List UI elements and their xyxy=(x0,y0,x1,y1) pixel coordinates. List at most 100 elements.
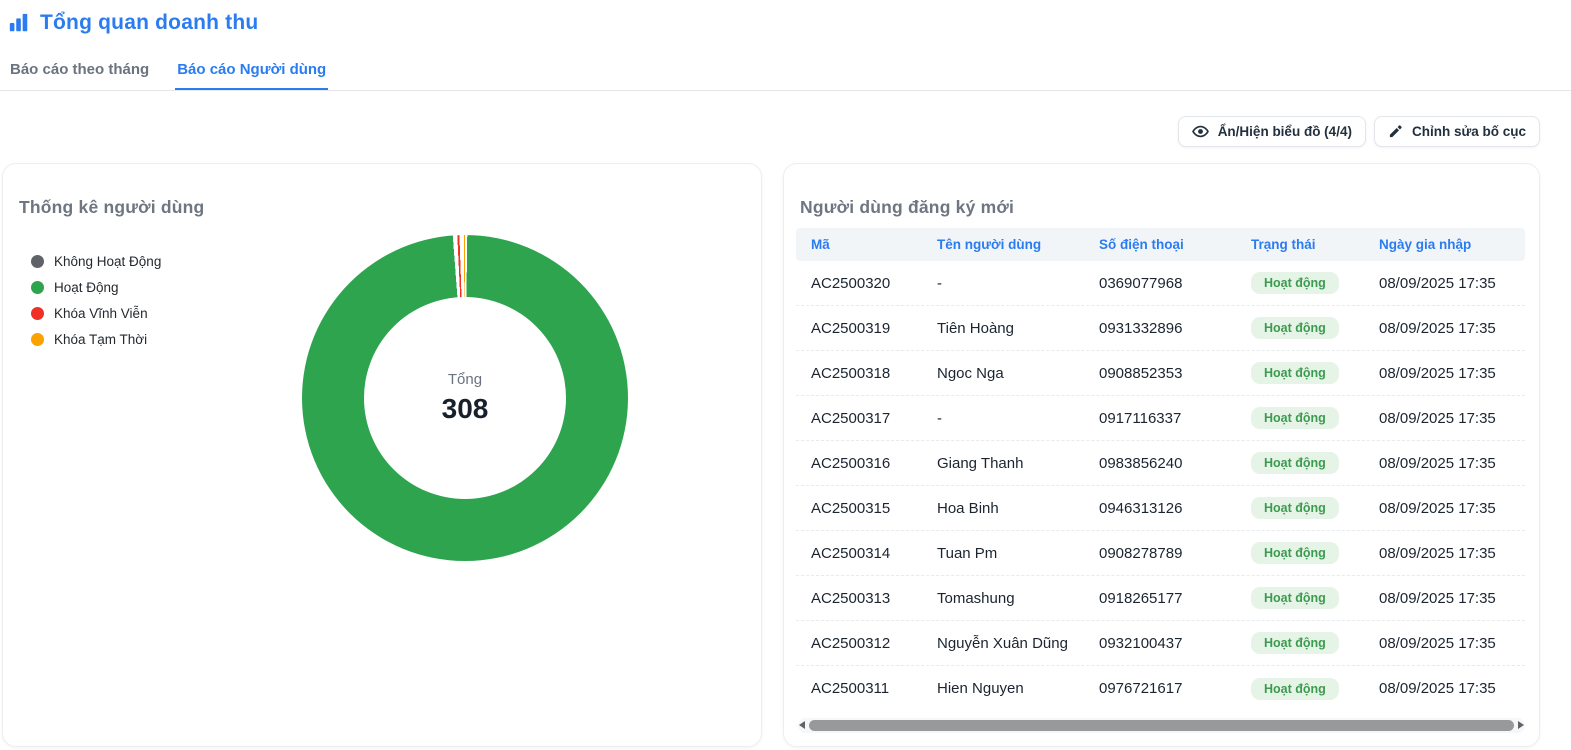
page-header: Tổng quan doanh thu xyxy=(8,11,258,35)
eye-icon xyxy=(1192,123,1209,140)
stats-card-title: Thống kê người dùng xyxy=(19,197,204,218)
scrollbar-thumb[interactable] xyxy=(809,720,1514,731)
legend-item[interactable]: Khóa Tạm Thời xyxy=(31,326,161,352)
phone-cell: 0976721617 xyxy=(1084,680,1236,697)
name-cell: Hoa Binh xyxy=(922,500,1084,517)
phone-cell: 0369077968 xyxy=(1084,275,1236,292)
status-cell: Hoạt động xyxy=(1236,542,1364,564)
joined-cell: 08/09/2025 17:35 xyxy=(1364,320,1525,337)
status-cell: Hoạt động xyxy=(1236,678,1364,700)
legend-color-dot xyxy=(31,333,44,346)
code-cell: AC2500319 xyxy=(796,320,922,337)
legend-label: Khóa Vĩnh Viễn xyxy=(54,306,148,321)
code-cell: AC2500317 xyxy=(796,410,922,427)
name-cell: - xyxy=(922,410,1084,427)
joined-cell: 08/09/2025 17:35 xyxy=(1364,635,1525,652)
edit-layout-label: Chỉnh sửa bố cục xyxy=(1412,124,1526,139)
table-row[interactable]: AC2500312Nguyễn Xuân Dũng0932100437 Hoạt … xyxy=(796,621,1525,666)
page-title: Tổng quan doanh thu xyxy=(40,11,258,35)
phone-cell: 0931332896 xyxy=(1084,320,1236,337)
column-header: Trạng thái xyxy=(1236,237,1364,252)
column-header: Số điện thoại xyxy=(1084,237,1236,252)
joined-cell: 08/09/2025 17:35 xyxy=(1364,500,1525,517)
pencil-icon xyxy=(1388,124,1403,139)
code-cell: AC2500312 xyxy=(796,635,922,652)
status-badge: Hoạt động xyxy=(1251,497,1339,519)
status-badge: Hoạt động xyxy=(1251,362,1339,384)
code-cell: AC2500314 xyxy=(796,545,922,562)
horizontal-scrollbar[interactable] xyxy=(798,718,1525,733)
table-row[interactable]: AC2500315Hoa Binh0946313126Hoạt động08/0… xyxy=(796,486,1525,531)
table-row[interactable]: AC2500311Hien Nguyen0976721617Hoạt động0… xyxy=(796,666,1525,711)
status-cell: Hoạt động xyxy=(1236,362,1364,384)
status-badge: Hoạt động xyxy=(1251,678,1339,700)
status-cell: Hoạt động xyxy=(1236,407,1364,429)
name-cell: Tiên Hoàng xyxy=(922,320,1084,337)
table-row[interactable]: AC2500314Tuan Pm0908278789Hoạt động08/09… xyxy=(796,531,1525,576)
status-badge: Hoạt động xyxy=(1251,632,1339,654)
code-cell: AC2500318 xyxy=(796,365,922,382)
name-cell: Nguyễn Xuân Dũng xyxy=(922,635,1084,652)
status-badge: Hoạt động xyxy=(1251,272,1339,294)
column-header: Tên người dùng xyxy=(922,237,1084,252)
code-cell: AC2500313 xyxy=(796,590,922,607)
name-cell: Giang Thanh xyxy=(922,455,1084,472)
column-header: Mã xyxy=(796,237,922,252)
edit-layout-button[interactable]: Chỉnh sửa bố cục xyxy=(1374,116,1540,147)
phone-cell: 0932100437 xyxy=(1084,635,1236,652)
status-cell: Hoạt động xyxy=(1236,587,1364,609)
column-header: Ngày gia nhập xyxy=(1364,237,1525,252)
tab-monthly-report[interactable]: Báo cáo theo tháng xyxy=(8,61,151,91)
legend-item[interactable]: Không Hoạt Động xyxy=(31,248,161,274)
tab-user-report[interactable]: Báo cáo Người dùng xyxy=(175,61,328,91)
name-cell: Hien Nguyen xyxy=(922,680,1084,697)
name-cell: - xyxy=(922,275,1084,292)
name-cell: Tuan Pm xyxy=(922,545,1084,562)
status-cell: Hoạt động xyxy=(1236,497,1364,519)
scroll-left-arrow[interactable] xyxy=(799,721,805,729)
table-row[interactable]: AC2500317-0917116337Hoạt động08/09/2025 … xyxy=(796,396,1525,441)
legend-item[interactable]: Khóa Vĩnh Viễn xyxy=(31,300,161,326)
user-stats-card: Thống kê người dùng Không Hoạt Động Hoạt … xyxy=(2,163,762,747)
table-row[interactable]: AC2500318Ngoc Nga0908852353Hoạt động08/0… xyxy=(796,351,1525,396)
table-row[interactable]: AC2500313Tomashung0918265177Hoạt động08/… xyxy=(796,576,1525,621)
name-cell: Tomashung xyxy=(922,590,1084,607)
legend-label: Khóa Tạm Thời xyxy=(54,332,147,347)
scroll-right-arrow[interactable] xyxy=(1518,721,1524,729)
table-row[interactable]: AC2500316Giang Thanh0983856240Hoạt động0… xyxy=(796,441,1525,486)
legend-color-dot xyxy=(31,307,44,320)
table-row[interactable]: AC2500319Tiên Hoàng0931332896 Hoạt động 08… xyxy=(796,306,1525,351)
chart-legend: Không Hoạt Động Hoạt Động Khóa Vĩnh Viễn Kh… xyxy=(31,248,161,352)
tabs: Báo cáo theo tháng Báo cáo Người dùng xyxy=(8,61,328,91)
donut-chart[interactable]: Tổng 308 xyxy=(302,235,628,561)
joined-cell: 08/09/2025 17:35 xyxy=(1364,545,1525,562)
donut-total-value: 308 xyxy=(442,393,489,425)
legend-label: Không Hoạt Động xyxy=(54,254,161,269)
joined-cell: 08/09/2025 17:35 xyxy=(1364,455,1525,472)
donut-center: Tổng 308 xyxy=(364,297,566,499)
status-badge: Hoạt động xyxy=(1251,317,1339,339)
status-badge: Hoạt động xyxy=(1251,542,1339,564)
status-badge: Hoạt động xyxy=(1251,452,1339,474)
donut-total-label: Tổng xyxy=(448,371,482,388)
new-users-card: Người dùng đăng ký mới MãTên người dùngS… xyxy=(783,163,1540,747)
tabs-divider xyxy=(0,90,1571,91)
code-cell: AC2500320 xyxy=(796,275,922,292)
joined-cell: 08/09/2025 17:35 xyxy=(1364,275,1525,292)
status-cell: Hoạt động xyxy=(1236,452,1364,474)
status-cell: Hoạt động xyxy=(1236,317,1364,339)
legend-item[interactable]: Hoạt Động xyxy=(31,274,161,300)
joined-cell: 08/09/2025 17:35 xyxy=(1364,410,1525,427)
phone-cell: 0908852353 xyxy=(1084,365,1236,382)
toggle-charts-button[interactable]: Ẩn/Hiện biểu đồ (4/4) xyxy=(1178,116,1366,147)
table-row[interactable]: AC2500320-0369077968 Hoạt động 08/09/2025 … xyxy=(796,261,1525,306)
status-cell: Hoạt động xyxy=(1236,272,1364,294)
phone-cell: 0983856240 xyxy=(1084,455,1236,472)
status-badge: Hoạt động xyxy=(1251,587,1339,609)
joined-cell: 08/09/2025 17:35 xyxy=(1364,365,1525,382)
status-badge: Hoạt động xyxy=(1251,407,1339,429)
phone-cell: 0918265177 xyxy=(1084,590,1236,607)
table-card-title: Người dùng đăng ký mới xyxy=(800,197,1014,218)
legend-color-dot xyxy=(31,255,44,268)
legend-label: Hoạt Động xyxy=(54,280,119,295)
